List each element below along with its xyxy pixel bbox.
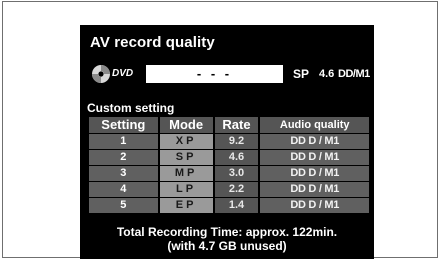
rate-cell: 2.2 (214, 182, 259, 197)
current-mode: SP (293, 67, 310, 81)
outer-frame: AV record quality DVD - - - SP 4.6 DD/M1… (2, 1, 438, 259)
recording-time-line: Total Recording Time: approx. 122min. (116, 225, 338, 239)
table-row[interactable]: 1 XP 9.2 DD D / M1 (89, 134, 369, 149)
setting-number: 4 (89, 182, 158, 197)
total-recording-time: Total Recording Time: approx. 122min. (w… (80, 225, 374, 253)
av-record-quality-screen: AV record quality DVD - - - SP 4.6 DD/M1… (80, 25, 374, 259)
mode-cell: XP (159, 134, 213, 149)
table-header-row: Setting Mode Rate Audio quality (89, 117, 369, 133)
custom-settings-table: Setting Mode Rate Audio quality 1 XP 9.2… (87, 116, 371, 214)
dvd-disc-icon (92, 65, 110, 83)
mode-cell: SP (159, 150, 213, 165)
setting-number: 5 (89, 198, 158, 213)
rate-cell: 9.2 (214, 134, 259, 149)
header-setting: Setting (89, 117, 158, 133)
setting-number: 1 (89, 134, 158, 149)
table-row[interactable]: 3 MP 3.0 DD D / M1 (89, 166, 369, 181)
rate-cell: 4.6 (214, 150, 259, 165)
audio-quality-cell: DD D / M1 (260, 134, 369, 149)
disc-title-field: - - - (146, 65, 283, 83)
mode-cell: LP (159, 182, 213, 197)
current-rate: 4.6 (319, 68, 335, 80)
audio-quality-cell: DD D / M1 (260, 182, 369, 197)
screen-title: AV record quality (90, 34, 215, 51)
custom-setting-label: Custom setting (87, 101, 175, 115)
current-audio-quality: DD/M1 (338, 68, 370, 80)
table-row[interactable]: 5 EP 1.4 DD D / M1 (89, 198, 369, 213)
audio-quality-cell: DD D / M1 (260, 150, 369, 165)
mode-cell: EP (159, 198, 213, 213)
audio-quality-cell: DD D / M1 (260, 198, 369, 213)
header-rate: Rate (214, 117, 259, 133)
audio-quality-cell: DD D / M1 (260, 166, 369, 181)
rate-cell: 1.4 (214, 198, 259, 213)
current-disc-row: DVD - - - SP 4.6 DD/M1 (86, 63, 374, 85)
mode-cell: MP (159, 166, 213, 181)
table-row[interactable]: 4 LP 2.2 DD D / M1 (89, 182, 369, 197)
rate-cell: 3.0 (214, 166, 259, 181)
unused-capacity-line: (with 4.7 GB unused) (167, 239, 287, 253)
setting-number: 3 (89, 166, 158, 181)
setting-number: 2 (89, 150, 158, 165)
header-audio-quality: Audio quality (260, 117, 369, 133)
header-mode: Mode (159, 117, 213, 133)
table-row[interactable]: 2 SP 4.6 DD D / M1 (89, 150, 369, 165)
dvd-label: DVD (112, 68, 134, 79)
